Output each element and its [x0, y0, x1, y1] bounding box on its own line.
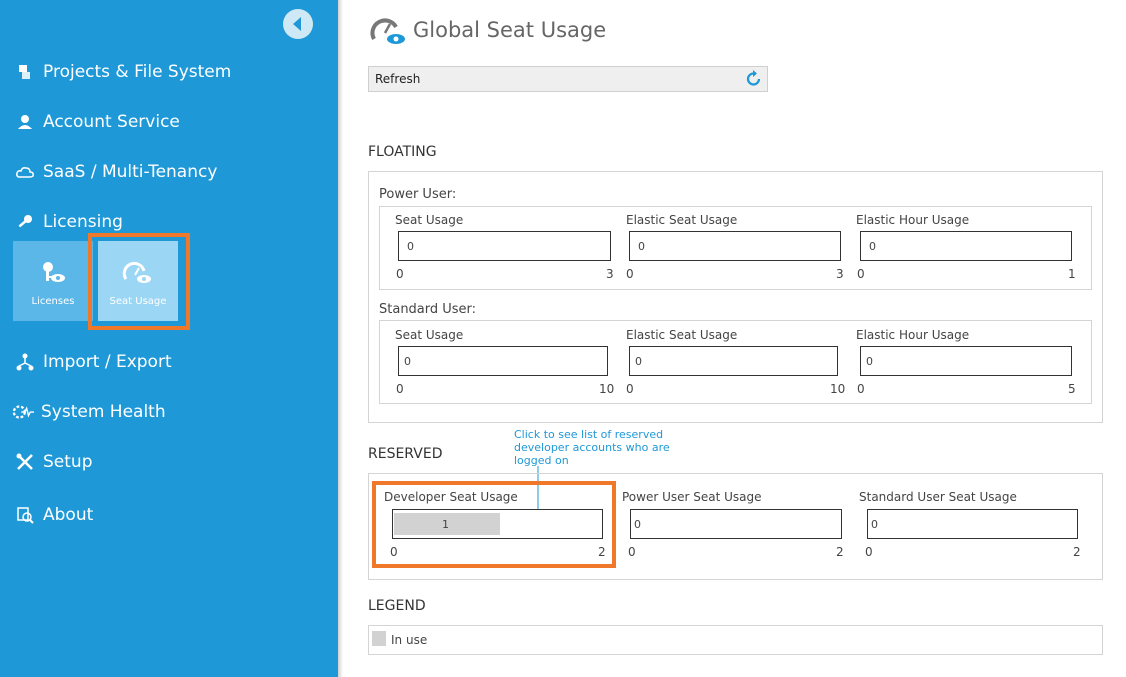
seat-usage-highlight — [88, 233, 190, 330]
nav-import-export[interactable]: Import / Export — [14, 348, 172, 376]
nav-licensing[interactable]: Licensing — [14, 208, 123, 236]
floating-heading: FLOATING — [368, 144, 437, 160]
elastic-hour-usage-meter[interactable]: 0 — [860, 346, 1072, 376]
nav-system-health[interactable]: System Health — [12, 398, 166, 426]
nav-label: Projects & File System — [43, 62, 232, 82]
collapse-sidebar-button[interactable] — [283, 9, 313, 39]
about-icon — [14, 504, 36, 526]
meter-max: 10 — [599, 382, 615, 396]
meter-value: 0 — [638, 240, 645, 253]
field-label: Elastic Hour Usage — [856, 328, 970, 342]
field-label: Elastic Seat Usage — [626, 328, 738, 342]
nav-label: System Health — [41, 402, 166, 422]
meter-value: 0 — [871, 518, 878, 531]
power-user-seat-usage-meter[interactable]: 0 — [630, 509, 842, 539]
elastic-seat-usage-meter[interactable]: 0 — [629, 346, 838, 376]
meter-max: 5 — [1068, 382, 1076, 396]
developer-seat-highlight — [372, 481, 616, 568]
callout-text: Click to see list of reserved developer … — [514, 428, 670, 467]
nav-label: Account Service — [43, 112, 180, 132]
key-eye-icon — [43, 262, 65, 282]
meter-value: 0 — [634, 518, 641, 531]
field-label: Standard User Seat Usage — [859, 490, 1017, 504]
meter-min: 0 — [857, 267, 865, 281]
meter-max: 2 — [836, 545, 844, 559]
projects-icon — [14, 61, 36, 83]
meter-min: 0 — [865, 545, 873, 559]
meter-min: 0 — [396, 382, 404, 396]
user-icon — [14, 111, 36, 133]
nav-label: Setup — [43, 452, 93, 472]
reserved-heading: RESERVED — [368, 446, 443, 462]
power-user-label: Power User: — [379, 187, 457, 202]
nav-label: SaaS / Multi-Tenancy — [43, 162, 218, 182]
seat-usage-meter[interactable]: 0 — [398, 231, 611, 261]
nav-label: Import / Export — [43, 352, 172, 372]
cloud-icon — [14, 161, 36, 183]
nav-label: About — [43, 505, 94, 525]
standard-user-seat-usage-meter[interactable]: 0 — [867, 509, 1078, 539]
standard-user-label: Standard User: — [379, 302, 477, 317]
field-label: Power User Seat Usage — [622, 490, 762, 504]
import-export-icon — [14, 351, 36, 373]
sidebar: Projects & File System Account Service S… — [0, 0, 338, 677]
meter-value: 0 — [404, 355, 411, 368]
nav-saas-multi-tenancy[interactable]: SaaS / Multi-Tenancy — [14, 158, 217, 186]
refresh-icon — [746, 70, 761, 86]
elastic-seat-usage-meter[interactable]: 0 — [629, 231, 841, 261]
meter-max: 3 — [606, 267, 614, 281]
field-label: Elastic Hour Usage — [856, 213, 970, 227]
page-title: Global Seat Usage — [413, 18, 607, 42]
refresh-button[interactable]: Refresh — [368, 66, 768, 92]
gauge-eye-icon — [370, 18, 405, 44]
sidebar-shadow — [338, 0, 343, 677]
nav-setup[interactable]: Setup — [14, 448, 92, 476]
tile-label: Licenses — [31, 296, 75, 307]
meter-min: 0 — [628, 545, 636, 559]
meter-max: 2 — [1073, 545, 1081, 559]
tile-licenses[interactable]: Licenses — [13, 241, 93, 321]
chevron-left-icon — [293, 17, 301, 31]
legend-heading: LEGEND — [368, 598, 426, 614]
refresh-label: Refresh — [375, 72, 421, 86]
nav-label: Licensing — [43, 212, 123, 232]
field-label: Seat Usage — [395, 328, 464, 342]
meter-value: 0 — [635, 355, 642, 368]
meter-value: 0 — [866, 355, 873, 368]
health-icon — [12, 401, 34, 423]
meter-min: 0 — [857, 382, 865, 396]
key-icon — [14, 211, 36, 233]
meter-value: 0 — [407, 240, 414, 253]
nav-account-service[interactable]: Account Service — [14, 108, 180, 136]
in-use-swatch — [372, 631, 386, 646]
nav-about[interactable]: About — [14, 501, 93, 529]
elastic-hour-usage-meter[interactable]: 0 — [860, 231, 1072, 261]
legend-in-use-label: In use — [391, 633, 428, 647]
nav-projects-file-system[interactable]: Projects & File System — [14, 58, 231, 86]
meter-min: 0 — [626, 382, 634, 396]
legend-panel — [368, 625, 1103, 655]
meter-max: 3 — [836, 267, 844, 281]
seat-usage-meter[interactable]: 0 — [398, 346, 608, 376]
field-label: Seat Usage — [395, 213, 464, 227]
meter-value: 0 — [869, 240, 876, 253]
meter-min: 0 — [626, 267, 634, 281]
tools-icon — [14, 451, 36, 473]
meter-max: 10 — [830, 382, 846, 396]
meter-max: 1 — [1068, 267, 1076, 281]
field-label: Elastic Seat Usage — [626, 213, 738, 227]
meter-min: 0 — [396, 267, 404, 281]
